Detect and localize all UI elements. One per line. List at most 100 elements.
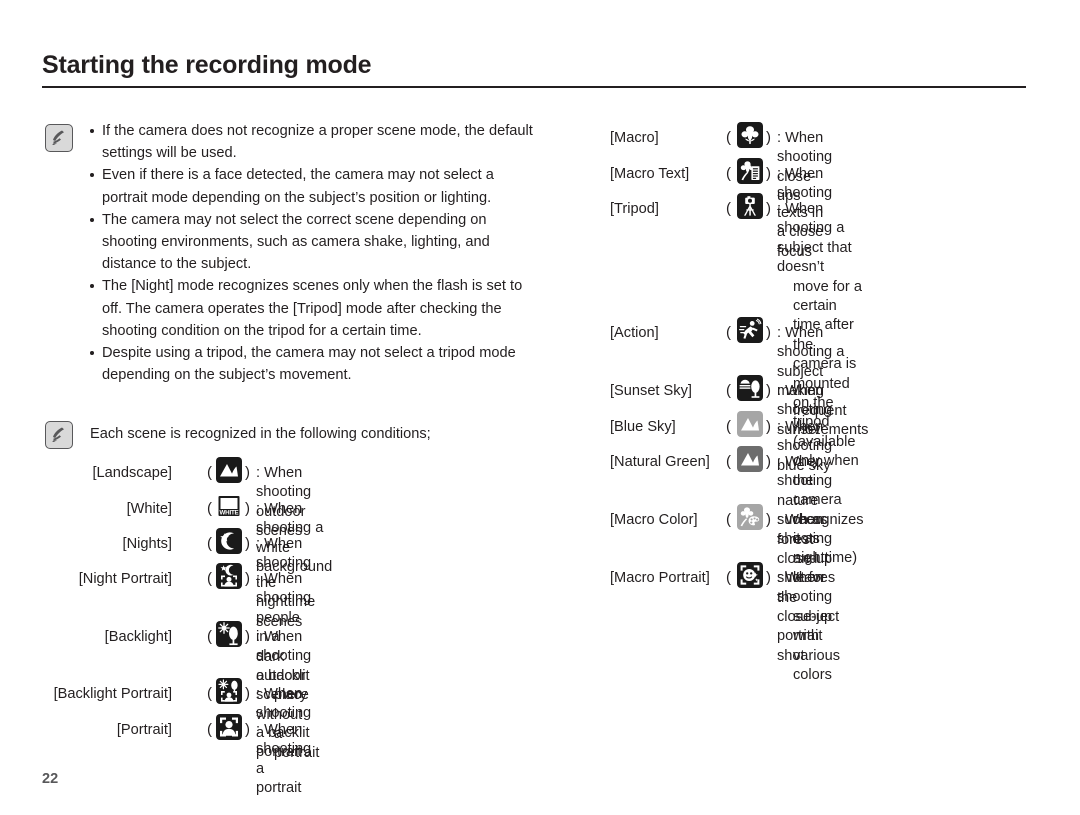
paren-open: ( [726, 200, 731, 217]
paren-open: ( [207, 685, 212, 702]
separator: : [777, 383, 786, 399]
backlight-icon [216, 621, 242, 647]
backlight-portrait-icon [216, 678, 242, 704]
scene-label: [Macro Portrait] [610, 570, 710, 586]
page-number: 22 [42, 771, 59, 787]
desc-line-1: When shooting a portrait [256, 722, 312, 797]
macro-portrait-icon [737, 562, 763, 588]
paren-open: ( [726, 453, 731, 470]
night-portrait-icon [216, 563, 242, 589]
scene-label: [Macro Text] [610, 166, 690, 182]
paren-open: ( [207, 500, 212, 517]
scene-label: [Macro Color] [610, 512, 698, 528]
paren-close: ) [766, 418, 771, 435]
paren-close: ) [245, 535, 250, 552]
paren-close: ) [766, 382, 771, 399]
sunset-sky-icon [737, 375, 763, 401]
scene-label: [Sunset Sky] [610, 383, 692, 399]
separator: : [256, 571, 265, 587]
paren-open: ( [726, 382, 731, 399]
tripod-icon [737, 193, 763, 219]
paren-open: ( [207, 570, 212, 587]
paren-open: ( [207, 628, 212, 645]
natural-green-icon [737, 446, 763, 472]
note-bullet: The [Night] mode recognizes scenes only … [88, 275, 540, 342]
paren-open: ( [726, 129, 731, 146]
paren-open: ( [726, 165, 731, 182]
separator: : [777, 512, 786, 528]
scene-label: [Blue Sky] [610, 419, 676, 435]
paren-open: ( [207, 535, 212, 552]
separator: : [256, 536, 265, 552]
note-bullet: If the camera does not recognize a prope… [88, 120, 540, 164]
paren-close: ) [245, 464, 250, 481]
document-page: Starting the recording mode If the camer… [0, 0, 1080, 815]
scene-label: [White] [126, 501, 172, 517]
paren-close: ) [245, 685, 250, 702]
page-header: Starting the recording mode [42, 51, 1026, 88]
separator: : [777, 166, 786, 182]
notes-bullet-list: If the camera does not recognize a prope… [88, 120, 540, 386]
paren-close: ) [245, 500, 250, 517]
scene-label: [Action] [610, 325, 659, 341]
paren-close: ) [766, 129, 771, 146]
separator: : [256, 722, 265, 738]
scene-label: [Portrait] [116, 722, 172, 738]
desc-line-1: When shooting a subject that doesn’t [777, 201, 852, 276]
separator: : [256, 629, 265, 645]
paren-close: ) [245, 628, 250, 645]
scene-label: [Night Portrait] [78, 571, 172, 587]
action-icon [737, 317, 763, 343]
scene-description: : When shooting close-up portrait shot [777, 569, 832, 666]
landscape-icon [216, 457, 242, 483]
separator: : [777, 201, 786, 217]
scene-description: : When shooting a portrait [256, 721, 311, 799]
header-rule [42, 85, 1026, 88]
scene-label: [Natural Green] [610, 454, 710, 470]
separator: : [777, 570, 786, 586]
macro-icon [737, 122, 763, 148]
note-bullet: Even if there is a face detected, the ca… [88, 164, 540, 208]
svg-text:WHITE: WHITE [220, 510, 239, 517]
paren-close: ) [245, 721, 250, 738]
paren-close: ) [245, 570, 250, 587]
paren-open: ( [726, 569, 731, 586]
white-balance-icon: WHITE [216, 493, 242, 519]
samsung-note-icon [45, 124, 73, 152]
separator: : [777, 325, 786, 341]
paren-open: ( [726, 511, 731, 528]
paren-close: ) [766, 200, 771, 217]
paren-open: ( [207, 721, 212, 738]
page-title: Starting the recording mode [42, 51, 372, 79]
macro-text-icon [737, 158, 763, 184]
note-bullet: Despite using a tripod, the camera may n… [88, 342, 540, 386]
scene-label: [Backlight Portrait] [53, 686, 172, 702]
paren-close: ) [766, 453, 771, 470]
paren-open: ( [726, 324, 731, 341]
paren-close: ) [766, 569, 771, 586]
paren-open: ( [207, 464, 212, 481]
scene-label: [Nights] [122, 536, 172, 552]
macro-color-icon [737, 504, 763, 530]
portrait-icon [216, 714, 242, 740]
paren-close: ) [766, 324, 771, 341]
paren-close: ) [766, 511, 771, 528]
scene-label: [Macro] [610, 130, 659, 146]
scene-label: [Backlight] [104, 629, 172, 645]
scene-label: [Landscape] [92, 465, 172, 481]
scene-label: [Tripod] [610, 201, 659, 217]
paren-open: ( [726, 418, 731, 435]
samsung-note-icon [45, 421, 73, 449]
night-icon [216, 528, 242, 554]
separator: : [777, 454, 786, 470]
separator: : [256, 465, 265, 481]
note-bullet: The camera may not select the correct sc… [88, 209, 540, 276]
separator: : [256, 686, 265, 702]
separator: : [256, 501, 265, 517]
separator: : [777, 130, 786, 146]
paren-close: ) [766, 165, 771, 182]
conditions-intro-text: Each scene is recognized in the followin… [90, 426, 431, 442]
separator: : [777, 419, 786, 435]
desc-line-1: When shooting close-up portrait shot [777, 570, 833, 664]
blue-sky-icon [737, 411, 763, 437]
